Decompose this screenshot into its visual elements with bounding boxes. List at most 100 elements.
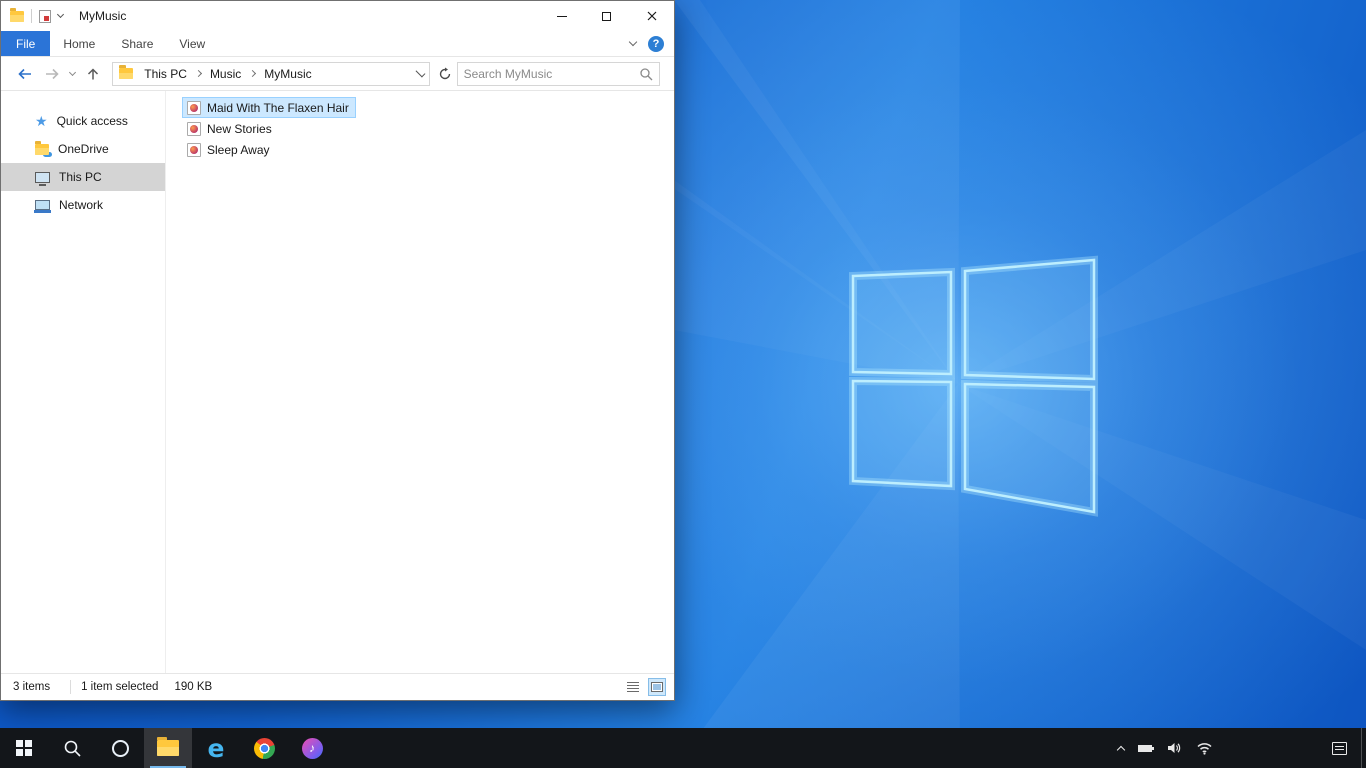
show-desktop-button[interactable] — [1361, 728, 1366, 768]
help-icon[interactable]: ? — [648, 35, 664, 52]
quick-access-star-icon: ★ — [35, 113, 48, 129]
sidebar-label: OneDrive — [58, 142, 109, 156]
large-icons-view-icon — [651, 682, 663, 692]
music-file-icon — [187, 142, 201, 157]
tab-file[interactable]: File — [1, 31, 51, 56]
sidebar-label: Network — [59, 198, 104, 212]
maximize-button[interactable] — [584, 1, 629, 31]
breadcrumb-this-pc[interactable]: This PC — [139, 65, 192, 83]
taskbar-internet-explorer-button[interactable]: e — [192, 728, 240, 768]
cortana-icon — [111, 739, 129, 757]
tab-file-label: File — [16, 36, 36, 51]
sidebar-item-onedrive[interactable]: OneDrive — [1, 135, 165, 163]
tab-share[interactable]: Share — [108, 31, 166, 56]
cortana-button[interactable] — [96, 728, 144, 768]
address-folder-icon — [119, 65, 134, 79]
properties-icon[interactable] — [39, 9, 51, 23]
customize-chevron-icon[interactable] — [56, 10, 65, 19]
search-box — [456, 61, 661, 86]
address-bar[interactable]: This PC Music MyMusic — [112, 61, 430, 86]
taskbar: e ♪ — [0, 728, 1366, 768]
back-button[interactable] — [11, 61, 39, 87]
tab-home[interactable]: Home — [50, 31, 108, 56]
breadcrumb-chevron-icon[interactable] — [194, 69, 202, 78]
details-view-button[interactable] — [624, 678, 642, 696]
forward-button[interactable] — [39, 61, 65, 87]
breadcrumb-mymusic[interactable]: MyMusic — [259, 65, 316, 83]
sidebar-item-quick-access[interactable]: ★ Quick access — [1, 107, 165, 135]
back-arrow-icon — [18, 68, 31, 79]
titlebar[interactable]: MyMusic — [1, 1, 674, 31]
refresh-icon — [439, 67, 450, 79]
music-file-icon — [187, 121, 201, 136]
navigation-pane: ★ Quick access OneDrive This PC Network — [1, 91, 166, 673]
window-title: MyMusic — [79, 9, 127, 23]
qat-separator — [31, 9, 32, 23]
taskbar-search-button[interactable] — [48, 728, 96, 768]
refresh-button[interactable] — [433, 62, 457, 86]
file-name: New Stories — [207, 121, 272, 136]
view-toggle-buttons — [624, 678, 666, 696]
search-input[interactable] — [463, 66, 640, 81]
up-arrow-icon — [88, 67, 99, 79]
maximize-icon — [602, 11, 611, 21]
breadcrumb-music[interactable]: Music — [205, 65, 246, 83]
taskbar-chrome-button[interactable] — [240, 728, 288, 768]
sidebar-label: Quick access — [56, 114, 128, 128]
onedrive-folder-icon — [35, 140, 52, 157]
action-center-button[interactable] — [1317, 728, 1361, 768]
action-center-icon — [1331, 741, 1347, 755]
file-name: Maid With The Flaxen Hair — [207, 100, 349, 115]
itunes-icon: ♪ — [301, 737, 323, 759]
sidebar-item-this-pc[interactable]: This PC — [1, 163, 165, 191]
system-tray — [1116, 728, 1213, 768]
file-explorer-window: MyMusic File Home Share View ? This PC M… — [0, 0, 675, 701]
close-button[interactable] — [629, 1, 674, 31]
up-button[interactable] — [80, 61, 106, 87]
search-icon[interactable] — [639, 67, 653, 81]
minimize-button[interactable] — [539, 1, 584, 31]
tab-home-label: Home — [63, 36, 96, 51]
tab-view[interactable]: View — [166, 31, 218, 56]
file-name: Sleep Away — [207, 142, 270, 157]
file-explorer-icon — [157, 737, 179, 756]
computer-icon — [35, 171, 50, 186]
expand-ribbon-chevron-icon[interactable] — [628, 37, 638, 47]
volume-icon[interactable] — [1166, 741, 1182, 755]
music-file-icon — [187, 100, 201, 115]
sidebar-item-network[interactable]: Network — [1, 191, 165, 219]
battery-icon[interactable] — [1138, 744, 1154, 752]
tab-share-label: Share — [121, 36, 154, 51]
tab-view-label: View — [179, 36, 206, 51]
wifi-icon[interactable] — [1196, 741, 1213, 755]
sidebar-label: This PC — [59, 170, 102, 184]
taskbar-itunes-button[interactable]: ♪ — [288, 728, 336, 768]
forward-arrow-icon — [45, 68, 59, 79]
ribbon-tabs: File Home Share View ? — [1, 31, 674, 57]
internet-explorer-icon: e — [207, 733, 225, 763]
large-icons-view-button[interactable] — [648, 678, 666, 696]
windows-start-icon — [16, 740, 32, 756]
address-dropdown-chevron-icon[interactable] — [415, 67, 426, 77]
status-bar: 3 items 1 item selected 190 KB — [1, 673, 674, 700]
breadcrumb-chevron-icon[interactable] — [249, 69, 257, 78]
close-icon — [647, 11, 656, 21]
start-button[interactable] — [0, 728, 48, 768]
minimize-icon — [556, 15, 567, 17]
file-item[interactable]: Maid With The Flaxen Hair — [182, 97, 356, 118]
window-body: ★ Quick access OneDrive This PC Network … — [1, 91, 674, 673]
window-folder-icon — [10, 7, 24, 22]
quick-access-toolbar — [1, 7, 65, 23]
file-item[interactable]: New Stories — [182, 118, 279, 139]
taskbar-file-explorer-button[interactable] — [144, 728, 192, 768]
ribbon-right-controls: ? — [628, 31, 674, 56]
item-count: 3 items — [13, 681, 51, 693]
status-separator — [70, 680, 72, 694]
recent-locations-button[interactable] — [65, 61, 81, 87]
address-toolbar: This PC Music MyMusic — [1, 57, 674, 91]
file-item[interactable]: Sleep Away — [182, 139, 277, 160]
hidden-icons-chevron-icon[interactable] — [1116, 745, 1126, 754]
chrome-icon — [253, 737, 275, 759]
file-list[interactable]: Maid With The Flaxen Hair New Stories Sl… — [166, 91, 674, 673]
breadcrumb: This PC Music MyMusic — [139, 65, 416, 83]
